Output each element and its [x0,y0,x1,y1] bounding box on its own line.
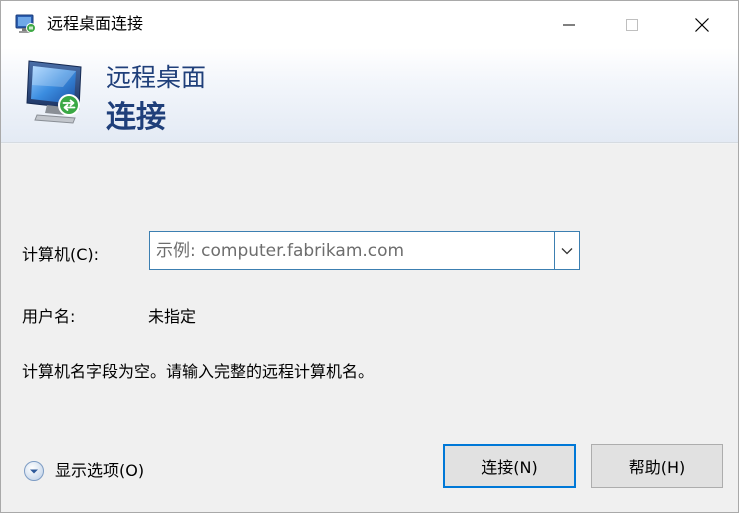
maximize-button[interactable] [609,1,655,48]
show-options-toggle[interactable]: 显示选项(O) [23,460,144,482]
status-message: 计算机名字段为空。请输入完整的远程计算机名。 [22,362,375,381]
computer-input[interactable] [150,232,554,269]
banner-title: 远程桌面 [106,63,207,92]
rdp-dialog-window: 远程桌面连接 远程桌面 连接 计算机(C): 示例: computer.fabr… [0,0,739,513]
computer-label: 计算机(C): [22,245,100,264]
close-icon [695,17,709,32]
minimize-icon [563,24,575,25]
show-options-label: 显示选项(O) [55,461,145,480]
expand-circle-icon [24,461,44,481]
chevron-down-icon [561,247,573,254]
help-button[interactable]: 帮助(H) [591,444,723,488]
banner-divider [1,142,738,144]
minimize-button[interactable] [546,1,592,48]
close-button[interactable] [679,1,725,48]
title-bar[interactable]: 远程桌面连接 [1,1,738,48]
banner-subtitle: 连接 [106,100,166,135]
window-title: 远程桌面连接 [47,14,144,33]
computer-combobox[interactable] [149,231,580,270]
remote-desktop-app-icon [15,14,36,33]
username-label: 用户名: [22,307,76,326]
remote-desktop-monitor-icon [26,60,82,124]
connect-button[interactable]: 连接(N) [443,444,576,488]
maximize-icon [626,18,638,31]
username-value: 未指定 [148,307,197,326]
computer-dropdown-button[interactable] [554,232,579,269]
